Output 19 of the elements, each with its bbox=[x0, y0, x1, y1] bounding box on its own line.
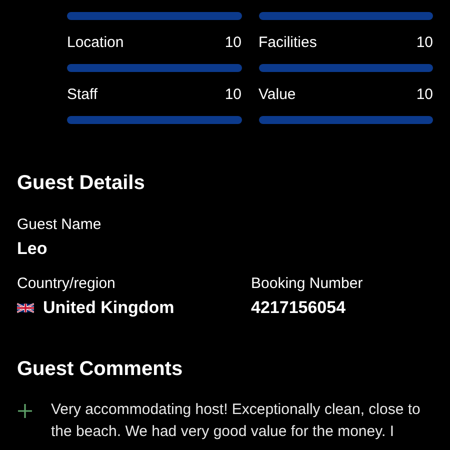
comment-text: Very accommodating host! Exceptionally clean, close to the beach. We had very good value for the money. I bbox=[51, 400, 422, 442]
flag-icon bbox=[17, 302, 34, 314]
score-label: Staff bbox=[67, 85, 98, 105]
guest-name: Leo bbox=[17, 239, 48, 259]
score-label: Facilities bbox=[258, 33, 317, 53]
score-label: Location bbox=[67, 33, 124, 53]
section-title: Guest Details bbox=[17, 171, 146, 196]
score-value: 10 bbox=[224, 33, 242, 53]
field-label: Booking Number bbox=[251, 275, 364, 293]
score-label: Value bbox=[258, 85, 296, 105]
country-value: United Kingdom bbox=[43, 298, 174, 318]
score-value: 10 bbox=[224, 85, 242, 105]
score-value: 10 bbox=[416, 33, 433, 53]
plus-icon bbox=[18, 404, 32, 418]
field-label: Guest Name bbox=[17, 216, 102, 234]
section-title: Guest Comments bbox=[17, 357, 184, 382]
field-label: Country/region bbox=[17, 275, 116, 293]
booking-number: 4217156054 bbox=[251, 298, 347, 318]
score-value: 10 bbox=[416, 85, 433, 105]
